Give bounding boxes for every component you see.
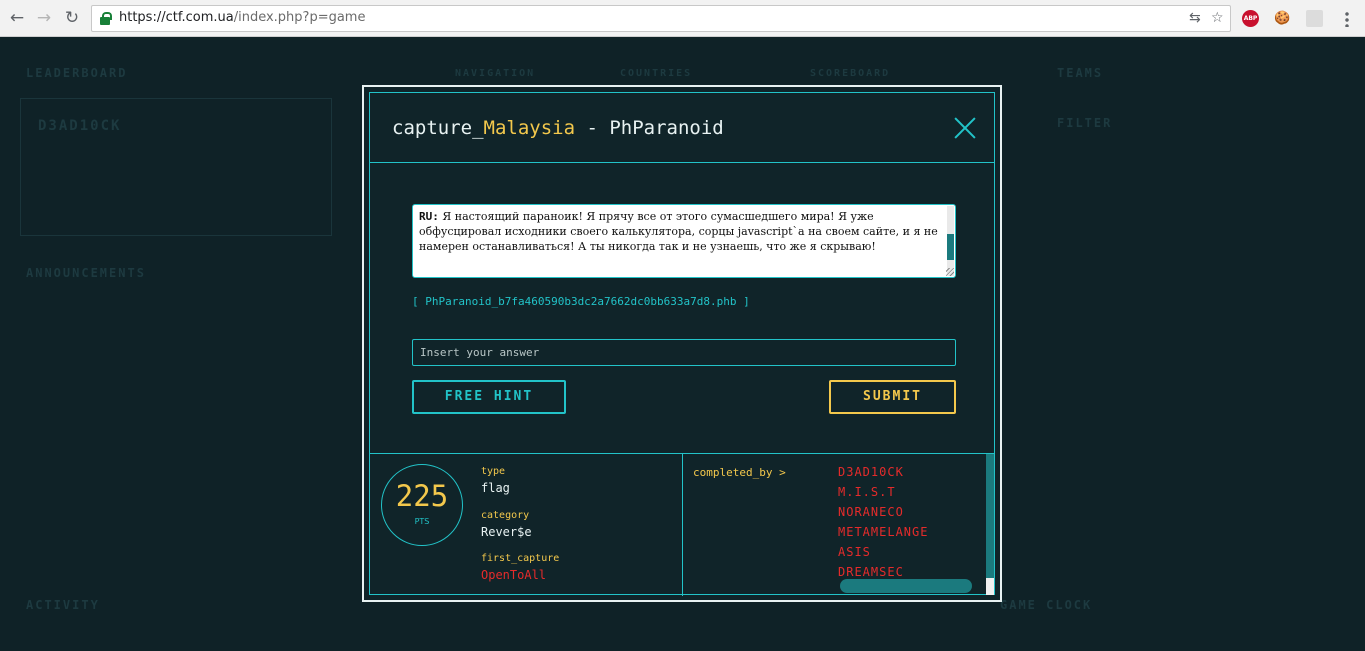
challenge-file-link[interactable]: [ PhParanoid_b7fa460590b3dc2a7662dc0bb63… bbox=[412, 295, 750, 308]
type-value: flag bbox=[481, 481, 510, 495]
description-scrollbar[interactable] bbox=[947, 206, 954, 276]
leaderboard-team: D3AD10CK bbox=[38, 118, 122, 134]
submit-button[interactable]: SUBMIT bbox=[829, 380, 956, 414]
bookmark-star-icon[interactable]: ☆ bbox=[1211, 10, 1224, 26]
challenge-info-footer: 225 PTS type flag category Rever$e first… bbox=[370, 453, 994, 596]
challenge-modal: capture_Malaysia - PhParanoid RU: Я наст… bbox=[362, 85, 1002, 602]
close-icon[interactable] bbox=[954, 117, 976, 139]
completed-list-horizontal-scroll[interactable] bbox=[840, 579, 972, 593]
extension-icon[interactable] bbox=[1306, 10, 1323, 27]
footer-divider bbox=[682, 454, 683, 596]
points-value: 225 bbox=[395, 479, 449, 513]
arrow-left-icon: ← bbox=[9, 8, 25, 28]
browser-menu-icon[interactable] bbox=[1345, 11, 1349, 27]
completed-team: D3AD10CK bbox=[838, 465, 904, 479]
browser-toolbar: ← → ↻ https://ctf.com.ua/index.php?p=gam… bbox=[0, 0, 1365, 37]
completed-team: METAMELANGE bbox=[838, 525, 929, 539]
arrow-right-icon: → bbox=[36, 8, 52, 28]
adblock-extension-icon[interactable]: ABP bbox=[1242, 10, 1259, 27]
completed-team: NORANECO bbox=[838, 505, 904, 519]
completed-team: ASIS bbox=[838, 545, 871, 559]
cookie-extension-icon[interactable]: 🍪 bbox=[1274, 10, 1291, 27]
answer-input[interactable] bbox=[412, 339, 956, 366]
category-label: category bbox=[481, 510, 530, 521]
resize-grip-icon[interactable] bbox=[946, 268, 954, 276]
modal-header: capture_Malaysia - PhParanoid bbox=[370, 93, 994, 163]
address-bar[interactable]: https://ctf.com.ua/index.php?p=game ⇆ ☆ bbox=[91, 5, 1231, 32]
filter-heading: FILTER bbox=[1057, 116, 1113, 130]
game-clock-heading: GAME CLOCK bbox=[1000, 598, 1093, 612]
points-badge: 225 PTS bbox=[381, 464, 463, 546]
activity-heading: ACTIVITY bbox=[26, 598, 100, 612]
nav-scoreboard: SCOREBOARD bbox=[810, 68, 891, 79]
announcements-heading: ANNOUNCEMENTS bbox=[26, 266, 146, 280]
url-text: https://ctf.com.ua/index.php?p=game bbox=[119, 10, 366, 25]
free-hint-button[interactable]: FREE HINT bbox=[412, 380, 566, 414]
first-capture-value: OpenToAll bbox=[481, 568, 547, 582]
teams-heading: TEAMS bbox=[1057, 66, 1104, 80]
reload-button[interactable]: ↻ bbox=[61, 7, 83, 29]
category-value: Rever$e bbox=[481, 525, 532, 539]
back-button[interactable]: ← bbox=[6, 7, 28, 29]
completed-by-label: completed_by > bbox=[693, 466, 786, 479]
nav-navigation: NAVIGATION bbox=[455, 68, 536, 79]
type-label: type bbox=[481, 466, 506, 477]
challenge-modal-inner: capture_Malaysia - PhParanoid RU: Я наст… bbox=[369, 92, 995, 596]
forward-button[interactable]: → bbox=[33, 7, 55, 29]
completed-team: M.I.S.T bbox=[838, 485, 896, 499]
reload-icon: ↻ bbox=[64, 8, 80, 28]
first-capture-label: first_capture bbox=[481, 553, 560, 564]
nav-countries: COUNTRIES bbox=[620, 68, 693, 79]
points-unit: PTS bbox=[414, 517, 430, 526]
country-name: Malaysia bbox=[483, 117, 576, 139]
modal-title: capture_Malaysia - PhParanoid bbox=[392, 117, 724, 139]
challenge-description[interactable]: RU: Я настоящий параноик! Я прячу все от… bbox=[412, 204, 956, 278]
translate-icon[interactable]: ⇆ bbox=[1189, 10, 1201, 26]
completed-team: DREAMSEC bbox=[838, 565, 904, 579]
lock-icon bbox=[100, 12, 112, 25]
completed-list-scrollbar[interactable] bbox=[986, 454, 994, 595]
challenge-name: PhParanoid bbox=[609, 117, 724, 139]
leaderboard-heading: LEADERBOARD bbox=[26, 66, 128, 80]
